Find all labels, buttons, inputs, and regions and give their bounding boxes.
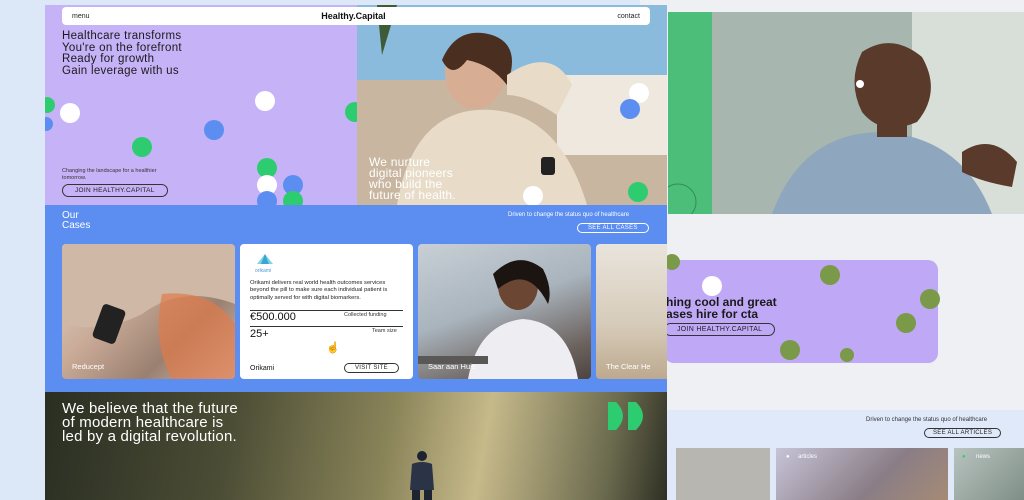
background-green-strip [659, 12, 714, 221]
overlay-line: future of health. [369, 188, 456, 202]
runner-silhouette [410, 451, 434, 500]
case-card-clear-health[interactable]: The Clear He [596, 244, 667, 379]
tag-dot-icon: ● [962, 454, 966, 460]
contact-link[interactable]: contact [617, 13, 640, 20]
main-page: menu Healthy.Capital contact Healthcare … [45, 5, 667, 500]
dot [523, 186, 543, 205]
top-navigation: menu Healthy.Capital contact [62, 7, 650, 25]
mission-statement: We believe that the future of modern hea… [62, 401, 238, 445]
headline-line: Healthcare transforms [62, 30, 182, 42]
see-all-articles-button[interactable]: SEE ALL ARTICLES [924, 428, 1002, 438]
headline-line: Gain leverage with us [62, 64, 179, 77]
divider [250, 326, 403, 327]
arc-decoration [659, 183, 697, 221]
dot [620, 99, 640, 119]
case-card-orikami[interactable]: orikami Orikami delivers real world heal… [240, 244, 413, 379]
dot [896, 313, 916, 333]
article-card[interactable] [676, 448, 770, 500]
team-size-label: Team size [372, 328, 397, 334]
team-size-value: 25+ [250, 328, 269, 340]
orikami-logo-text: orikami [255, 268, 272, 274]
case-name: Orikami [250, 365, 275, 372]
tag-articles: articles [798, 454, 818, 460]
dot [45, 97, 55, 113]
orikami-logo-icon [257, 254, 273, 264]
visit-site-button[interactable]: VISIT SITE [344, 363, 399, 373]
tag-news: news [976, 454, 991, 460]
dot [702, 276, 722, 296]
hero-subtext: Changing the landscape for a healthier t… [62, 168, 157, 181]
case-card-saar-aan-huis[interactable]: Saar aan Huis [418, 244, 591, 379]
join-button[interactable]: JOIN HEALTHY.CAPITAL [62, 184, 168, 197]
mission-line: led by a digital revolution. [62, 428, 237, 445]
case-name: The Clear He [606, 362, 651, 371]
menu-link[interactable]: menu [72, 13, 90, 20]
dot [920, 289, 940, 309]
hand-cursor-icon: ☝ [326, 342, 340, 354]
dot [780, 340, 800, 360]
dot [820, 265, 840, 285]
orikami-description: Orikami delivers real world health outco… [250, 280, 388, 301]
case-name: Reducept [72, 362, 105, 371]
tag-dot-icon: ● [786, 454, 790, 460]
hero-headline: Healthcare transforms You're on the fore… [62, 30, 182, 77]
saar-aan-huis-photo [418, 260, 578, 379]
article-card[interactable]: ● news [954, 448, 1024, 500]
cases-note: Driven to change the status quo of healt… [508, 212, 630, 218]
background-note: Driven to change the status quo of healt… [866, 417, 988, 423]
headline-line: Ready for growth [62, 53, 155, 65]
background-photo-man-driving [712, 12, 1024, 214]
article-card[interactable]: ● articles [776, 448, 948, 500]
background-cta-text: hing cool and great ases hire for cta [666, 296, 777, 320]
dot [840, 348, 854, 362]
dot [628, 182, 648, 202]
cases-title-line: Cases [62, 220, 91, 231]
dot [204, 120, 224, 140]
background-join-button[interactable]: JOIN HEALTHY.CAPITAL [664, 323, 776, 336]
logo[interactable]: Healthy.Capital [321, 11, 385, 21]
fast-forward-icon [608, 402, 643, 430]
man-driving-illustration [712, 12, 1024, 214]
dot [60, 103, 80, 123]
cases-title: Our Cases [62, 211, 90, 231]
case-name: Saar aan Huis [428, 362, 476, 371]
see-all-cases-button[interactable]: SEE ALL CASES [577, 223, 649, 233]
reducept-photo [62, 244, 235, 379]
funding-label: Collected funding [344, 312, 387, 318]
case-card-reducept[interactable]: Reducept [62, 244, 235, 379]
dot [45, 117, 53, 131]
funding-value: €500.000 [250, 311, 296, 323]
dot [255, 91, 275, 111]
cta-line: ases hire for cta [666, 307, 759, 321]
hero-overlay-text: We nurture digital pioneers who build th… [369, 156, 456, 202]
dot [132, 137, 152, 157]
